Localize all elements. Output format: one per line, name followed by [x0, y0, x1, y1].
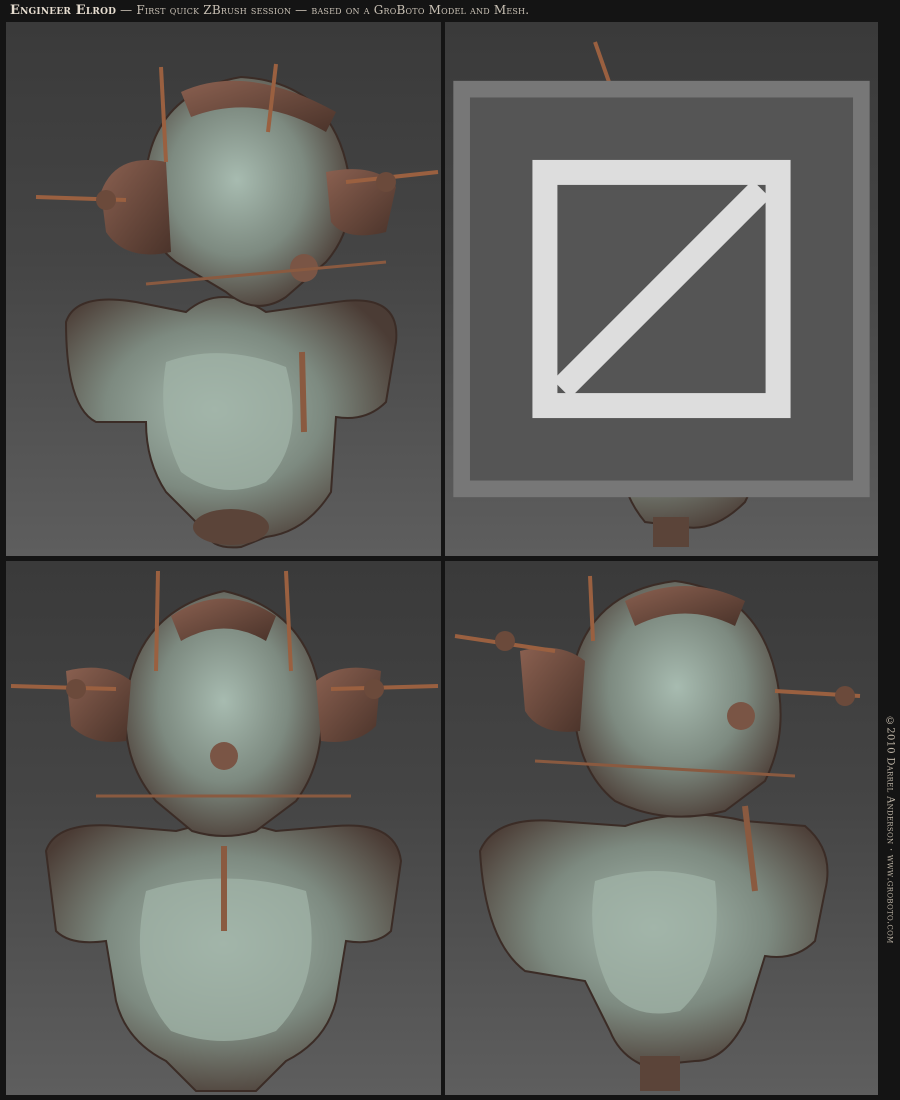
render-panel-front: [6, 561, 441, 1095]
caption-title: Engineer Elrod: [10, 3, 117, 18]
bust-render-1: [35, 63, 439, 549]
caption-subtitle: — First quick ZBrush session — based on …: [116, 3, 530, 17]
bust-render-3: [10, 570, 439, 1092]
render-panel-side: [445, 22, 878, 556]
copyright-notice: ©2010 Darrel Anderson · www.groboto.com: [884, 716, 896, 944]
render-panel-left-three-quarter: [445, 561, 878, 1095]
render-panel-front-three-quarter: [6, 22, 441, 556]
view-toggle-icon[interactable]: [445, 22, 878, 556]
bust-render-4: [454, 575, 861, 1091]
caption: Engineer Elrod — First quick ZBrush sess…: [10, 3, 529, 21]
